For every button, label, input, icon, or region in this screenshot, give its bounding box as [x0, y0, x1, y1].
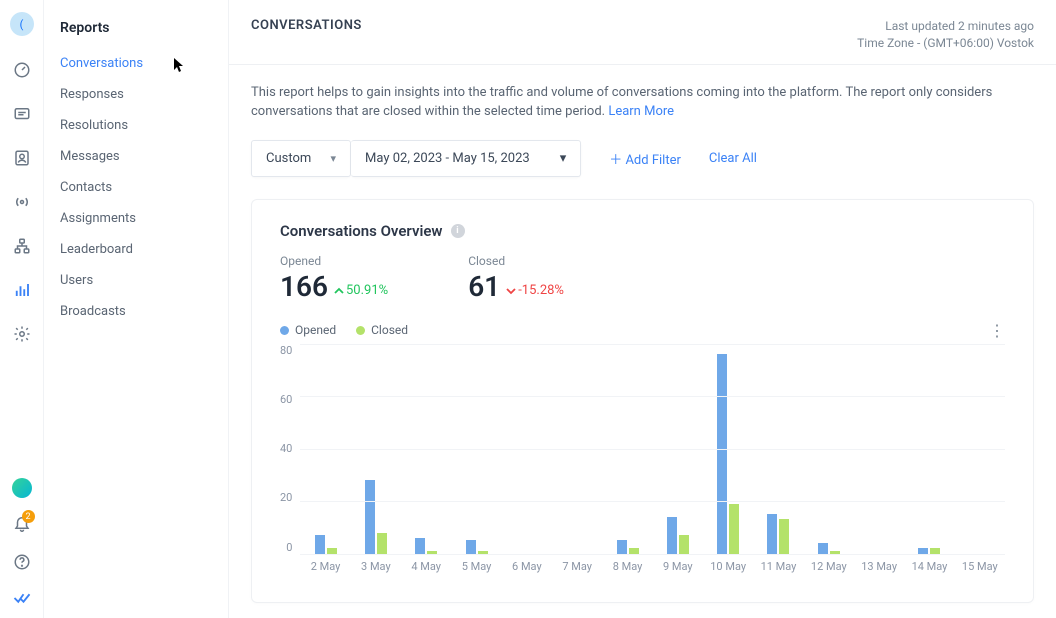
- sidebar-item-users[interactable]: Users: [44, 265, 228, 296]
- closed-value: 61: [468, 270, 500, 303]
- x-tick: 12 May: [804, 560, 854, 573]
- checkmark-icon[interactable]: [12, 588, 32, 608]
- bar-opened[interactable]: [717, 354, 727, 554]
- bar-group: [804, 543, 854, 554]
- bar-opened[interactable]: [667, 517, 677, 554]
- settings-icon[interactable]: [12, 324, 32, 344]
- bar-closed[interactable]: [377, 533, 387, 554]
- x-tick: 2 May: [300, 560, 350, 573]
- closed-delta: -15.28%: [506, 283, 564, 298]
- report-description: This report helps to gain insights into …: [251, 83, 1034, 122]
- bar-closed[interactable]: [779, 519, 789, 553]
- x-tick: 9 May: [653, 560, 703, 573]
- messages-icon[interactable]: [12, 104, 32, 124]
- help-icon[interactable]: [12, 552, 32, 572]
- sidebar-item-messages[interactable]: Messages: [44, 141, 228, 172]
- bar-group: [703, 354, 753, 554]
- filter-row: Custom ▾ May 02, 2023 - May 15, 2023 ▾ ＋…: [251, 140, 1034, 177]
- bar-group: [653, 517, 703, 554]
- dashboard-icon[interactable]: [12, 60, 32, 80]
- bar-opened[interactable]: [818, 543, 828, 554]
- sidebar-item-conversations[interactable]: Conversations: [44, 48, 228, 79]
- card-title: Conversations Overview: [280, 222, 443, 240]
- timezone: Time Zone - (GMT+06:00) Vostok: [857, 35, 1034, 52]
- x-tick: 8 May: [602, 560, 652, 573]
- x-tick: 15 May: [955, 560, 1005, 573]
- header-meta: Last updated 2 minutes ago Time Zone - (…: [857, 18, 1034, 52]
- bar-group: [602, 540, 652, 553]
- reports-icon[interactable]: [12, 280, 32, 300]
- metric-opened: Opened 166 50.91%: [280, 254, 388, 303]
- x-tick: 10 May: [703, 560, 753, 573]
- chart-menu-icon[interactable]: ⋮: [989, 321, 1005, 340]
- user-avatar[interactable]: [12, 478, 32, 498]
- bar-group: [753, 514, 803, 553]
- chevron-down-icon: ▾: [560, 151, 567, 166]
- bar-opened[interactable]: [415, 538, 425, 554]
- sidebar-item-resolutions[interactable]: Resolutions: [44, 110, 228, 141]
- notification-badge: 2: [22, 510, 35, 523]
- x-tick: 5 May: [451, 560, 501, 573]
- x-tick: 7 May: [552, 560, 602, 573]
- workspace-avatar[interactable]: (: [10, 12, 34, 36]
- info-icon[interactable]: i: [451, 224, 465, 238]
- icon-rail: ( 2: [0, 0, 44, 618]
- bar-opened[interactable]: [365, 480, 375, 554]
- bar-closed[interactable]: [729, 504, 739, 554]
- sidebar-item-broadcasts[interactable]: Broadcasts: [44, 296, 228, 327]
- x-tick: 11 May: [753, 560, 803, 573]
- page-title: CONVERSATIONS: [251, 18, 362, 33]
- bar-closed[interactable]: [679, 535, 689, 553]
- sidebar-item-assignments[interactable]: Assignments: [44, 203, 228, 234]
- sidebar-item-leaderboard[interactable]: Leaderboard: [44, 234, 228, 265]
- broadcast-icon[interactable]: [12, 192, 32, 212]
- main: CONVERSATIONS Last updated 2 minutes ago…: [229, 0, 1056, 618]
- bar-opened[interactable]: [617, 540, 627, 553]
- opened-value: 166: [280, 270, 328, 303]
- sidebar: Reports ConversationsResponsesResolution…: [44, 0, 229, 618]
- last-updated: Last updated 2 minutes ago: [857, 18, 1034, 35]
- clear-all-button[interactable]: Clear All: [709, 151, 757, 166]
- sidebar-item-contacts[interactable]: Contacts: [44, 172, 228, 203]
- bar-opened[interactable]: [767, 514, 777, 553]
- chart: 806040200 2 May3 May4 May5 May6 May7 May…: [280, 344, 1005, 584]
- overview-card: Conversations Overview i Opened 166 50.9…: [251, 199, 1034, 603]
- sidebar-item-responses[interactable]: Responses: [44, 79, 228, 110]
- metric-closed: Closed 61 -15.28%: [468, 254, 564, 303]
- x-tick: 14 May: [904, 560, 954, 573]
- bar-group: [300, 535, 350, 553]
- chevron-down-icon: ▾: [330, 152, 336, 165]
- bar-group: [451, 540, 501, 553]
- notifications-icon[interactable]: 2: [13, 514, 31, 536]
- bar-group: [401, 538, 451, 554]
- workflow-icon[interactable]: [12, 236, 32, 256]
- x-tick: 6 May: [502, 560, 552, 573]
- bar-group: [351, 480, 401, 554]
- x-tick: 3 May: [351, 560, 401, 573]
- x-tick: 4 May: [401, 560, 451, 573]
- learn-more-link[interactable]: Learn More: [608, 104, 674, 119]
- bar-opened[interactable]: [466, 540, 476, 553]
- bar-opened[interactable]: [315, 535, 325, 553]
- contacts-icon[interactable]: [12, 148, 32, 168]
- legend-opened: Opened: [280, 323, 336, 337]
- opened-delta: 50.91%: [334, 283, 388, 298]
- x-tick: 13 May: [854, 560, 904, 573]
- range-select[interactable]: Custom ▾: [251, 140, 351, 177]
- date-range-select[interactable]: May 02, 2023 - May 15, 2023 ▾: [351, 140, 581, 177]
- legend-closed: Closed: [356, 323, 408, 337]
- add-filter-button[interactable]: ＋ Add Filter: [609, 149, 681, 168]
- sidebar-title: Reports: [44, 20, 228, 48]
- top-header: CONVERSATIONS Last updated 2 minutes ago…: [229, 0, 1056, 65]
